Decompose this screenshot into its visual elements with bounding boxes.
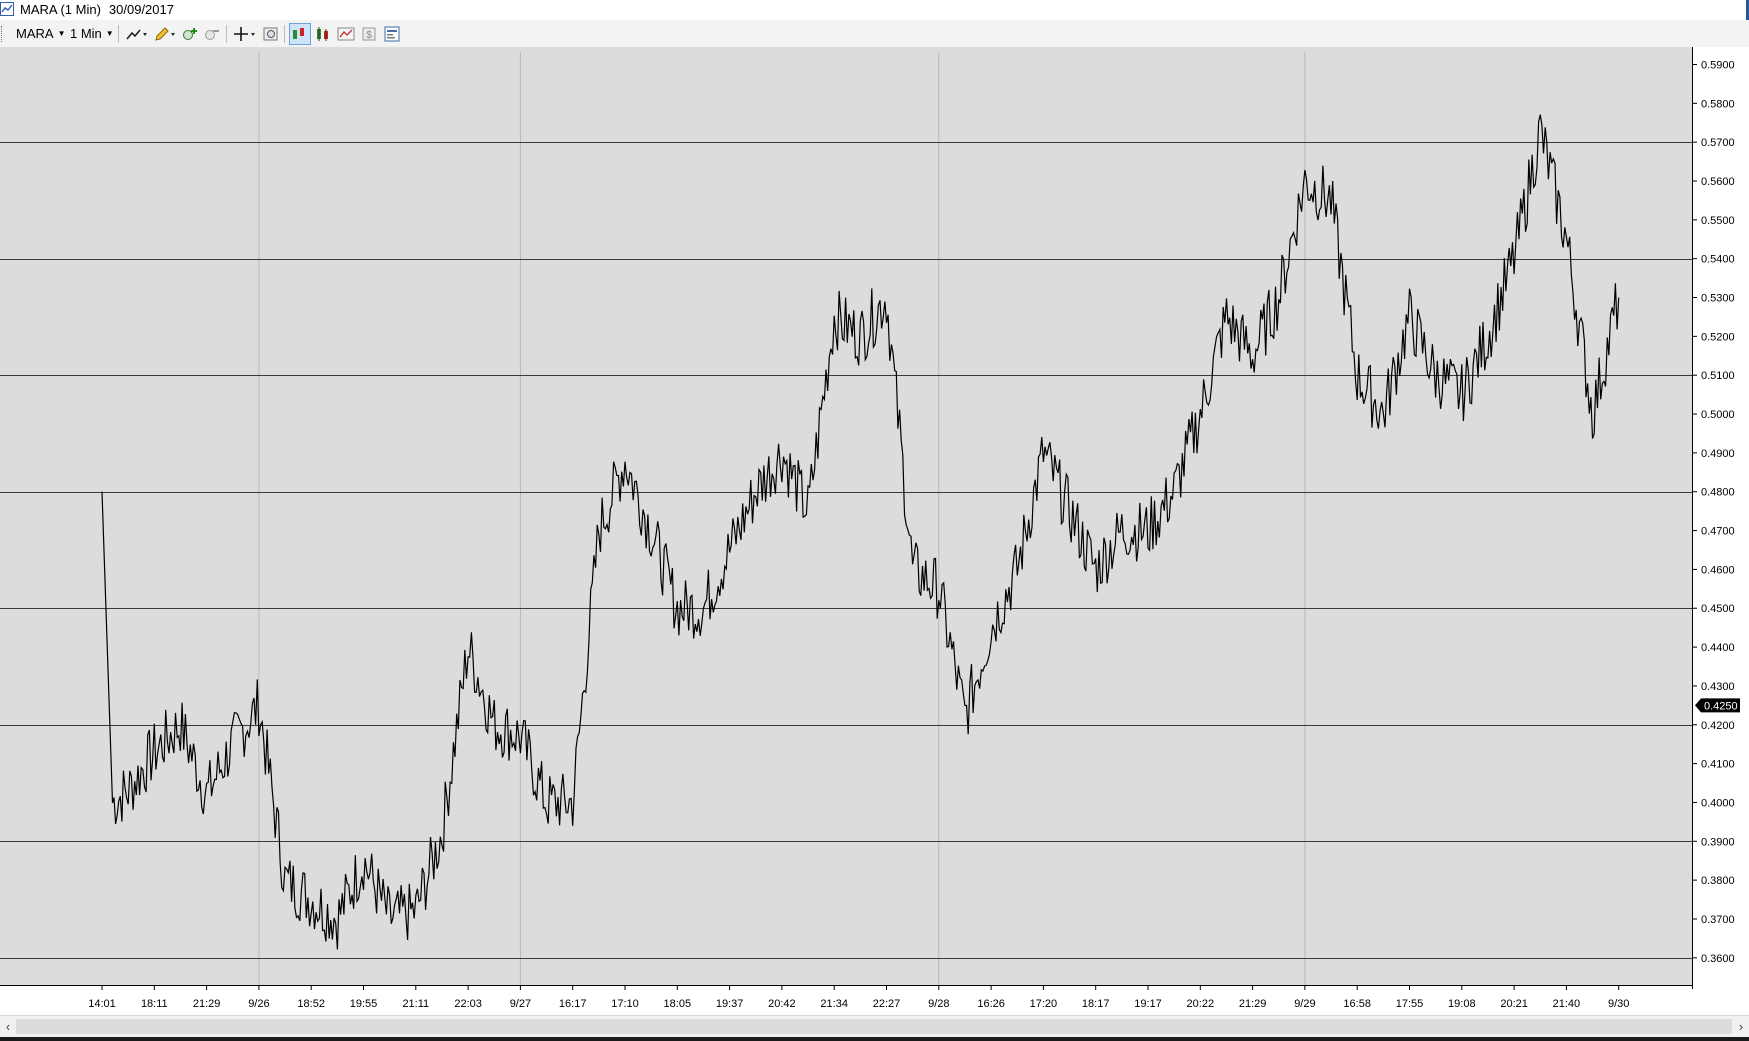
price-tick-label: 0.4300 — [1701, 681, 1735, 693]
time-tick-label: 18:17 — [1082, 998, 1110, 1010]
price-chart[interactable]: 0.3600 0.3700 0.3800 0.3900 0.4000 0.4100 0.42… — [0, 47, 1749, 1015]
zoom-out-icon[interactable] — [202, 24, 222, 44]
scroll-left-icon[interactable]: ‹ — [1, 1019, 15, 1035]
time-tick-label: 9/26 — [248, 998, 269, 1010]
price-tick-label: 0.4700 — [1701, 526, 1735, 538]
time-tick-label: 19:55 — [350, 998, 378, 1010]
time-tick-label: 9/29 — [1294, 998, 1315, 1010]
pencil-icon[interactable] — [152, 24, 178, 44]
time-tick-label: 9/30 — [1608, 998, 1629, 1010]
indicator-icon[interactable] — [336, 24, 356, 44]
price-tick-label: 0.5400 — [1701, 254, 1735, 266]
instrument-selector[interactable]: MARA ▼ — [16, 26, 65, 41]
price-tick-label: 0.5700 — [1701, 137, 1735, 149]
candlestick-icon[interactable] — [313, 24, 333, 44]
bar-chart-icon[interactable] — [289, 23, 311, 45]
price-tick-label: 0.5000 — [1701, 409, 1735, 421]
toolbar-divider — [226, 25, 227, 43]
price-tick-label: 0.5100 — [1701, 370, 1735, 382]
time-tick-label: 21:29 — [1239, 998, 1267, 1010]
toolbar-grip[interactable] — [1, 26, 4, 42]
toolbar-divider — [284, 25, 285, 43]
svg-text:$: $ — [366, 30, 372, 41]
price-tick-label: 0.4500 — [1701, 603, 1735, 615]
window-bottom-border — [0, 1037, 1749, 1041]
chevron-down-icon: ▼ — [105, 29, 114, 38]
time-tick-label: 19:17 — [1134, 998, 1162, 1010]
title-bar: MARA (1 Min) 30/09/2017 — [0, 0, 1749, 20]
price-tick-label: 0.4900 — [1701, 448, 1735, 460]
price-tick-label: 0.5300 — [1701, 293, 1735, 305]
chevron-down-icon: ▼ — [57, 29, 66, 38]
time-tick-label: 21:11 — [402, 998, 429, 1010]
time-tick-label: 21:34 — [820, 998, 848, 1010]
window-title-date: 30/09/2017 — [108, 2, 174, 17]
time-tick-label: 19:37 — [716, 998, 744, 1010]
price-tick-label: 0.3600 — [1701, 953, 1735, 965]
time-tick-label: 18:52 — [297, 998, 325, 1010]
time-tick-label: 20:21 — [1500, 998, 1528, 1010]
time-tick-label: 18:11 — [141, 998, 168, 1010]
time-tick-label: 16:26 — [977, 998, 1005, 1010]
time-tick-label: 22:03 — [454, 998, 482, 1010]
price-tick-label: 0.5900 — [1701, 59, 1735, 71]
scroll-right-icon[interactable]: › — [1734, 1019, 1748, 1035]
price-tick-label: 0.5800 — [1701, 98, 1735, 110]
drawing-tools-icon[interactable] — [124, 24, 150, 44]
price-tick-label: 0.5500 — [1701, 215, 1735, 227]
time-tick-label: 9/27 — [510, 998, 531, 1010]
price-tick-label: 0.4600 — [1701, 564, 1735, 576]
crosshair-icon[interactable] — [232, 24, 258, 44]
time-tick-label: 17:55 — [1396, 998, 1424, 1010]
time-tick-label: 16:17 — [559, 998, 587, 1010]
time-tick-label: 22:27 — [873, 998, 901, 1010]
chart-panel[interactable]: 0.3600 0.3700 0.3800 0.3900 0.4000 0.4100 0.42… — [0, 47, 1749, 1015]
time-tick-label: 16:58 — [1343, 998, 1371, 1010]
price-tick-label: 0.4800 — [1701, 487, 1735, 499]
instrument-label: MARA — [16, 26, 54, 41]
price-tick-label: 0.5600 — [1701, 176, 1735, 188]
price-tick-label: 0.3700 — [1701, 914, 1735, 926]
chart-toolbar: MARA ▼ 1 Min ▼ $ — [0, 20, 1749, 47]
time-tick-label: 20:22 — [1187, 998, 1215, 1010]
price-tick-label: 0.4200 — [1701, 720, 1735, 732]
scrollbar-track[interactable] — [16, 1019, 1732, 1034]
properties-icon[interactable] — [382, 24, 402, 44]
time-tick-label: 19:08 — [1448, 998, 1476, 1010]
time-tick-label: 9/28 — [928, 998, 949, 1010]
price-tick-label: 0.4100 — [1701, 759, 1735, 771]
toolbar-divider — [118, 25, 119, 43]
price-tick-label: 0.5200 — [1701, 331, 1735, 343]
window-title-label: MARA (1 Min) — [20, 2, 101, 17]
horizontal-scrollbar[interactable]: ‹ › — [0, 1015, 1749, 1038]
time-tick-label: 18:05 — [664, 998, 692, 1010]
chart-app-icon — [0, 2, 14, 16]
last-price-label: 0.4250 — [1704, 700, 1738, 712]
interval-label: 1 Min — [70, 26, 102, 41]
time-tick-label: 20:42 — [768, 998, 796, 1010]
magnifier-icon[interactable] — [261, 24, 281, 44]
time-tick-label: 21:40 — [1553, 998, 1581, 1010]
price-tick-label: 0.3900 — [1701, 836, 1735, 848]
zoom-in-icon[interactable] — [180, 24, 200, 44]
strategy-icon[interactable]: $ — [359, 24, 379, 44]
window-title: MARA (1 Min) 30/09/2017 — [20, 2, 174, 17]
price-tick-label: 0.3800 — [1701, 875, 1735, 887]
price-tick-label: 0.4400 — [1701, 642, 1735, 654]
time-tick-label: 14:01 — [88, 998, 116, 1010]
time-tick-label: 17:20 — [1030, 998, 1058, 1010]
price-tick-label: 0.4000 — [1701, 797, 1735, 809]
time-tick-label: 21:29 — [193, 998, 221, 1010]
time-tick-label: 17:10 — [611, 998, 639, 1010]
plot-background — [0, 47, 1692, 985]
interval-selector[interactable]: 1 Min ▼ — [70, 26, 114, 41]
